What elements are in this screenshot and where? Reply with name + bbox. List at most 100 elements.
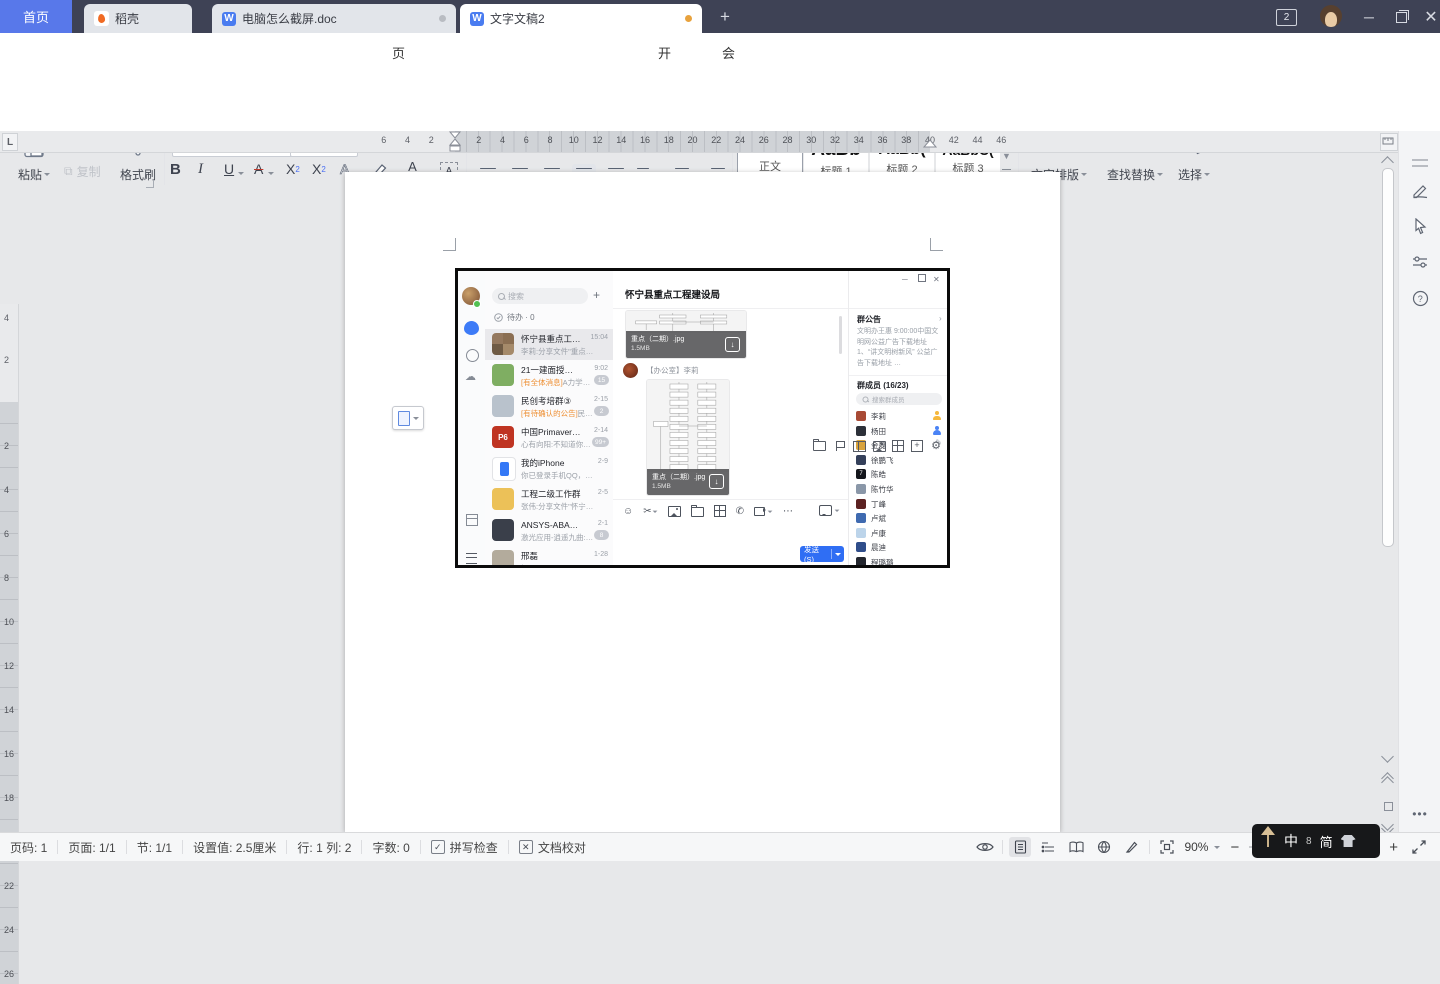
help-icon[interactable]: ? <box>1409 287 1431 309</box>
file-name: 重点（二期）.jpg <box>652 472 710 482</box>
ruler-number: 2 <box>476 135 481 145</box>
page-view-icon[interactable] <box>1009 837 1031 857</box>
unread-badge: 2 <box>594 406 609 416</box>
horizontal-ruler[interactable]: 6422468101214161820222426283032343638404… <box>0 131 1440 153</box>
chat-preview: 李莉:分享文件"重点（城建工程… <box>521 346 595 357</box>
ruler-number: 26 <box>759 135 769 145</box>
new-tab-button[interactable]: + <box>712 4 738 30</box>
member-name: 陈竹华 <box>871 484 923 495</box>
member-avatar <box>856 557 866 567</box>
ink-mode-icon[interactable] <box>1121 837 1143 857</box>
window-count-badge[interactable]: 2 <box>1276 9 1297 26</box>
zoom-caret[interactable] <box>1214 846 1220 852</box>
document-tab-1[interactable]: W 电脑怎么截屏.doc <box>212 4 456 33</box>
member-avatar: 7 <box>856 469 866 479</box>
document-scrollbar[interactable] <box>1379 152 1395 832</box>
status-item[interactable]: 页面: 1/1 <box>58 839 125 855</box>
docer-tab[interactable]: 稻壳 <box>84 4 192 33</box>
window-tab-bar: 首页 稻壳 W 电脑怎么截屏.doc W 文字文稿2 + 2 ─ ✕ <box>0 0 1440 33</box>
spell-check-toggle[interactable]: ✓ 拼写检查 <box>421 839 508 855</box>
chat-time: 2-14 <box>594 427 608 434</box>
eye-protect-icon[interactable] <box>974 837 996 857</box>
ruler-number: 14 <box>616 135 626 145</box>
fullscreen-icon[interactable] <box>1408 837 1430 857</box>
chat-flag-icon <box>836 441 845 451</box>
right-indent-marker[interactable] <box>923 138 937 152</box>
tab-stop-selector[interactable]: L <box>2 133 18 151</box>
select-tool-icon[interactable] <box>1409 215 1431 237</box>
minimize-button[interactable]: ─ <box>1356 4 1382 30</box>
toolbox-icon <box>466 514 478 526</box>
qq-chat-title: 怀宁县重点工程建设局 <box>625 287 765 301</box>
file-overlay: 重点（二期）.jpg 1.5MB ↓ <box>626 331 746 358</box>
online-status-dot <box>473 300 481 308</box>
scroll-up-arrow[interactable] <box>1381 156 1394 169</box>
ime-num[interactable]: 8 <box>1306 836 1312 847</box>
ime-status-bar[interactable]: 中 8 简 <box>1252 824 1380 858</box>
embedded-chat-screenshot[interactable]: ☁ 搜索 + 待办 · 0 怀宁县重点工程建设局15:04李莉:分享文件"重点（… <box>455 268 950 568</box>
ruler-number: 2 <box>4 355 9 365</box>
member-avatar <box>856 484 866 494</box>
adjust-settings-icon[interactable] <box>1409 251 1431 273</box>
qq-todo-row: 待办 · 0 <box>494 312 535 323</box>
ruler-number: 4 <box>4 485 9 495</box>
chatwin-close-icon: ✕ <box>933 275 940 284</box>
ruler-number: 24 <box>4 925 14 935</box>
chat-title: 怀宁县重点工程建设局 <box>521 333 581 345</box>
proofread-toggle[interactable]: ✕ 文档校对 <box>509 839 596 855</box>
unsaved-dot-orange <box>685 15 692 22</box>
status-item[interactable]: 行: 1 列: 2 <box>287 839 361 855</box>
ime-skin-icon[interactable] <box>1341 835 1356 847</box>
previous-page-button[interactable] <box>1383 774 1392 787</box>
zoom-level[interactable]: 90% <box>1184 840 1208 854</box>
chat-history-icon <box>819 505 840 516</box>
messages-icon <box>464 321 479 335</box>
chat-title: 工程二级工作群 <box>521 488 581 500</box>
ruler-number: 16 <box>4 749 14 759</box>
chat-list-item: ANSYS-ABAQUS结构…2-1激光应用-逍遥九曲:万能群发…8 <box>485 515 613 546</box>
ime-language-mode[interactable]: 中 <box>1284 831 1298 851</box>
chat-time: 9:02 <box>594 365 608 372</box>
chat-title: 21一建面授押题群⑥ <box>521 364 581 376</box>
close-button[interactable]: ✕ <box>1418 4 1440 30</box>
member-name: 陈皓 <box>871 469 923 480</box>
user-avatar[interactable] <box>1320 5 1342 27</box>
zoom-out-button[interactable]: − <box>1226 839 1243 856</box>
rail-drag-handle[interactable] <box>1412 159 1428 167</box>
ruler-number: 20 <box>687 135 697 145</box>
ribbon-toolbar: 粘贴 ✂ 剪切 ⧉ 复制 格式刷 Calibri 五号 A+ A− wén 安 … <box>0 63 1440 132</box>
rail-menu-icon <box>466 553 477 564</box>
outline-view-icon[interactable] <box>1037 837 1059 857</box>
ime-simplified-mode[interactable]: 简 <box>1320 832 1333 851</box>
scrollbar-thumb[interactable] <box>1382 168 1394 547</box>
proofread-label: 文档校对 <box>538 839 586 856</box>
document-tab-2-label: 文字文稿2 <box>490 10 545 27</box>
chat-list-item: 民创考培群③2-15[有待确认的公告]民创考培…2 <box>485 391 613 422</box>
home-tab[interactable]: 首页 <box>0 0 72 33</box>
document-tab-2-active[interactable]: W 文字文稿2 <box>460 4 702 33</box>
member-row: 丁峰 <box>849 497 948 512</box>
group-announcement-title: 群公告 <box>857 314 881 325</box>
paste-options-float-button[interactable] <box>392 406 424 430</box>
qq-search-placeholder: 搜索 <box>508 291 524 302</box>
member-row: 程璐璐 <box>849 555 948 568</box>
browse-object-button[interactable] <box>1384 802 1393 811</box>
web-view-icon[interactable] <box>1093 837 1115 857</box>
ruler-number: 18 <box>4 793 14 803</box>
ruler-toggle-button[interactable] <box>1380 133 1398 151</box>
left-indent-marker[interactable] <box>448 131 462 152</box>
status-item[interactable]: 字数: 0 <box>362 839 419 855</box>
status-item[interactable]: 设置值: 2.5厘米 <box>183 839 286 855</box>
scroll-down-arrow[interactable] <box>1381 750 1394 763</box>
vertical-ruler[interactable]: 422468101214161820222426 <box>0 304 19 984</box>
restore-button[interactable] <box>1388 4 1414 30</box>
fit-page-icon[interactable] <box>1156 837 1178 857</box>
chat-preview: 激光应用-逍遥九曲:万能群发… <box>521 532 595 543</box>
send-label: 发送(S) <box>800 544 831 564</box>
rail-more-icon[interactable]: ••• <box>1409 803 1431 825</box>
read-mode-icon[interactable] <box>1065 837 1087 857</box>
zoom-in-button[interactable]: + <box>1385 839 1402 856</box>
status-item[interactable]: 页码: 1 <box>0 839 57 855</box>
status-item[interactable]: 节: 1/1 <box>127 839 182 855</box>
ink-annotate-icon[interactable] <box>1409 179 1431 201</box>
